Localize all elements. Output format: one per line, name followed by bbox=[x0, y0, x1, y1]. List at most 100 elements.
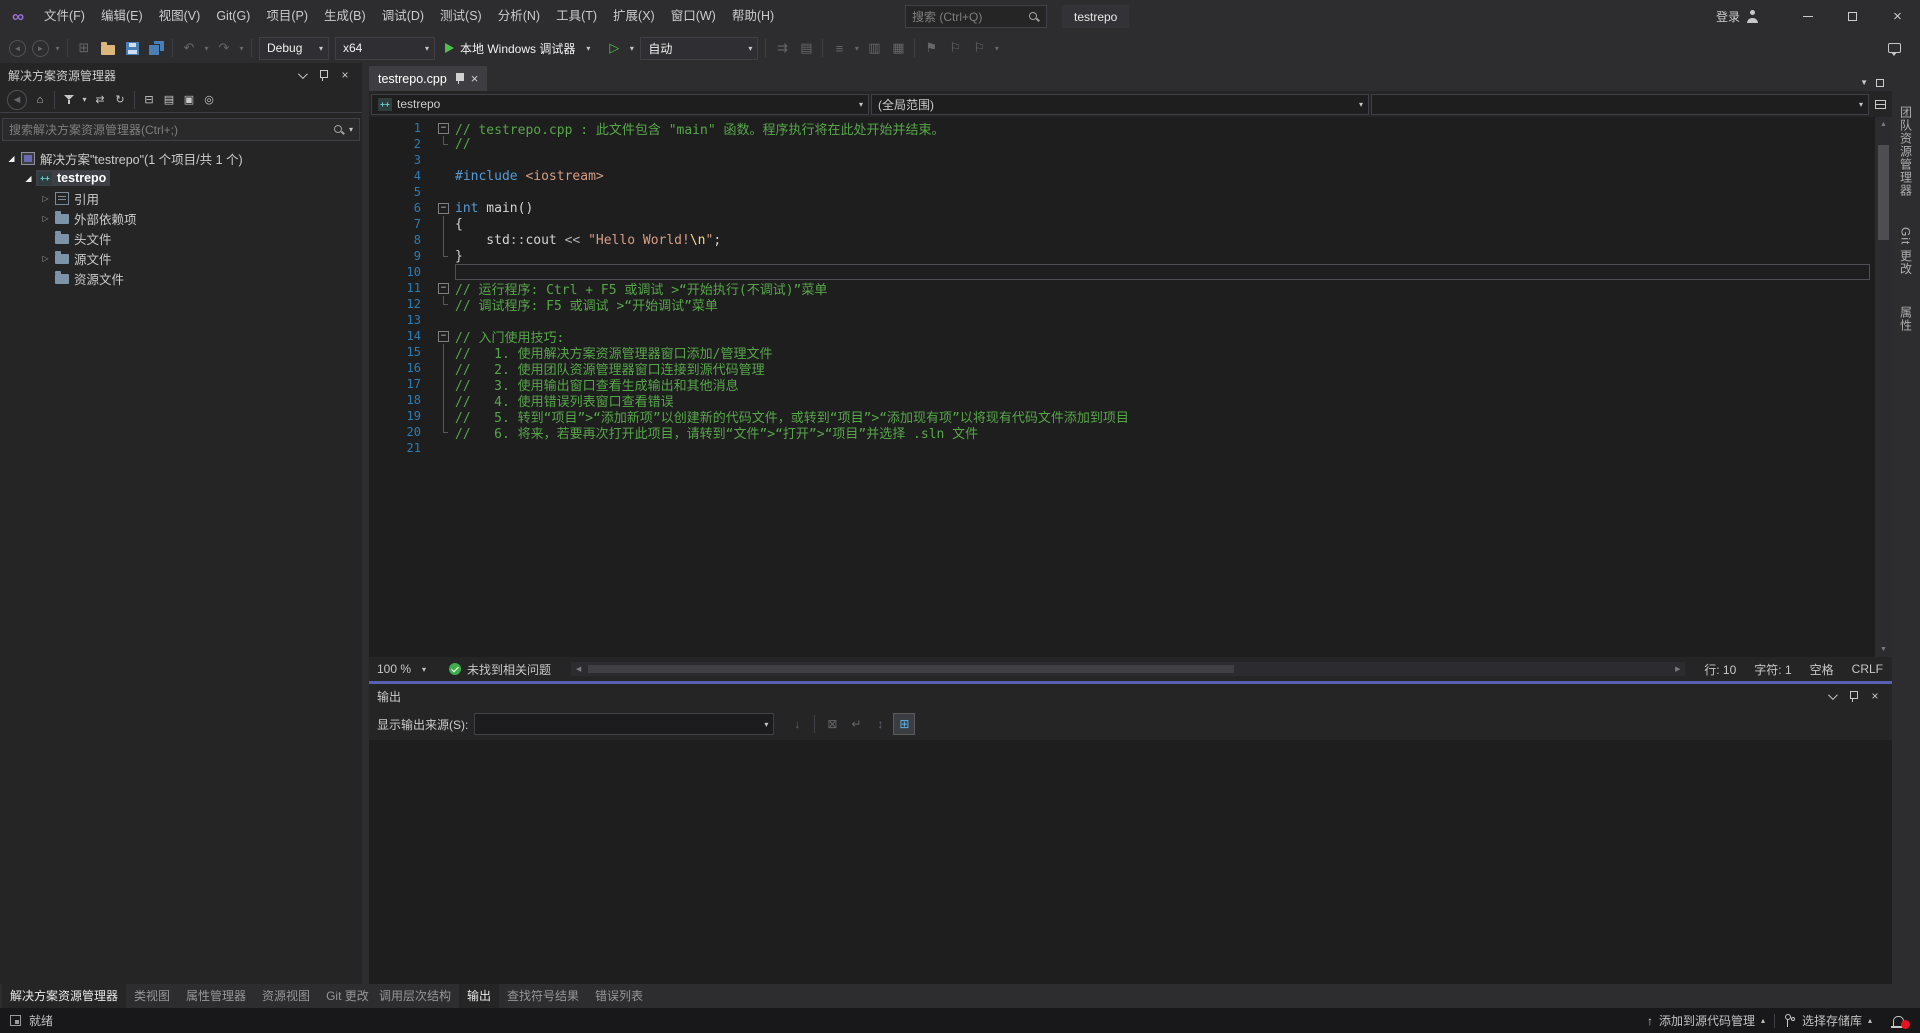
menu-build[interactable]: 生成(B) bbox=[316, 0, 374, 33]
code-line-20[interactable]: 20// 6. 将来，若要再次打开此项目，请转到“文件”>“打开”>“项目”并选… bbox=[369, 424, 1892, 440]
tree-item-external-dependencies[interactable]: ▷外部依赖项 bbox=[0, 208, 362, 228]
tab-call-hierarchy[interactable]: 调用层次结构 bbox=[371, 984, 459, 1008]
save-icon[interactable] bbox=[120, 36, 144, 60]
refresh-icon[interactable]: ↻ bbox=[110, 90, 130, 110]
menu-window[interactable]: 窗口(W) bbox=[663, 0, 724, 33]
switch-views-icon[interactable]: ⌂ bbox=[30, 90, 50, 110]
comment-selection-icon[interactable]: ▥ bbox=[862, 36, 886, 60]
menu-file[interactable]: 文件(F) bbox=[36, 0, 93, 33]
code-line-6[interactable]: 6−int main() bbox=[369, 200, 1892, 216]
scope-dropdown[interactable]: (全局范围) ▾ bbox=[871, 94, 1369, 115]
run-options-dropdown[interactable]: ▾ bbox=[626, 44, 637, 53]
tree-item-source-files[interactable]: ▷源文件 bbox=[0, 248, 362, 268]
code-line-12[interactable]: 12// 调试程序: F5 或调试 >“开始调试”菜单 bbox=[369, 296, 1892, 312]
code-line-9[interactable]: 9} bbox=[369, 248, 1892, 264]
maximize-button[interactable] bbox=[1830, 0, 1875, 33]
code-line-3[interactable]: 3 bbox=[369, 152, 1892, 168]
bookmark-toggle-icon[interactable]: ⚑ bbox=[919, 36, 943, 60]
menu-help[interactable]: 帮助(H) bbox=[724, 0, 782, 33]
filter-icon[interactable] bbox=[59, 90, 79, 110]
tab-find-symbol-results[interactable]: 查找符号结果 bbox=[499, 984, 587, 1008]
vs-logo-icon[interactable]: ∞ bbox=[0, 7, 36, 27]
tab-property-manager[interactable]: 属性管理器 bbox=[178, 984, 254, 1008]
document-health-indicator[interactable]: 未找到相关问题 bbox=[439, 661, 561, 678]
float-window-icon[interactable] bbox=[1876, 79, 1884, 87]
fold-collapse-icon[interactable]: − bbox=[438, 203, 449, 214]
code-line-5[interactable]: 5 bbox=[369, 184, 1892, 200]
window-position-icon[interactable] bbox=[1822, 687, 1840, 705]
editor-vertical-scrollbar[interactable]: ▲ ▼ bbox=[1875, 117, 1892, 657]
tree-expander-icon[interactable]: ◢ bbox=[21, 174, 36, 183]
fold-collapse-icon[interactable]: − bbox=[438, 283, 449, 294]
menu-git[interactable]: Git(G) bbox=[208, 0, 258, 33]
solution-platform-dropdown[interactable]: x64▾ bbox=[335, 37, 435, 60]
debug-target-dropdown[interactable]: 自动▾ bbox=[640, 37, 758, 60]
bookmark-previous-icon[interactable]: ⚐ bbox=[943, 36, 967, 60]
code-line-21[interactable]: 21 bbox=[369, 440, 1892, 456]
editor-horizontal-scrollbar[interactable]: ◀ ▶ bbox=[571, 662, 1685, 676]
tree-item-solution[interactable]: ◢解决方案"testrepo"(1 个项目/共 1 个) bbox=[0, 148, 362, 168]
solution-name-badge[interactable]: testrepo bbox=[1062, 5, 1129, 28]
preview-selected-icon[interactable]: ◎ bbox=[199, 90, 219, 110]
undo-icon[interactable]: ↶ bbox=[177, 36, 201, 60]
word-wrap-icon[interactable]: ↵ bbox=[845, 713, 867, 735]
nav-forward-icon[interactable]: ► bbox=[32, 40, 49, 57]
close-panel-icon[interactable]: × bbox=[1866, 687, 1884, 705]
close-panel-icon[interactable]: × bbox=[336, 66, 354, 84]
code-editor[interactable]: 1−// testrepo.cpp : 此文件包含 "main" 函数。程序执行… bbox=[369, 117, 1892, 657]
spaces-indicator[interactable]: 空格 bbox=[1801, 661, 1843, 678]
scroll-right-icon[interactable]: ▶ bbox=[1670, 665, 1685, 673]
filter-dropdown[interactable]: ▾ bbox=[79, 95, 90, 104]
send-feedback-icon[interactable] bbox=[1882, 36, 1906, 60]
line-operations-icon[interactable]: ≡ bbox=[827, 36, 851, 60]
clear-all-icon[interactable]: ⊠ bbox=[821, 713, 843, 735]
quick-actions-icon[interactable]: ▤ bbox=[794, 36, 818, 60]
tab-list-dropdown-icon[interactable]: ▼ bbox=[1860, 78, 1868, 87]
menu-test[interactable]: 测试(S) bbox=[432, 0, 490, 33]
tab-pin-icon[interactable] bbox=[454, 72, 464, 85]
tab-testrepo-cpp[interactable]: testrepo.cpp × bbox=[369, 66, 487, 91]
line-operations-dropdown[interactable]: ▾ bbox=[851, 44, 862, 53]
code-line-4[interactable]: 4#include <iostream> bbox=[369, 168, 1892, 184]
vtab-git-changes[interactable]: Git 更改 bbox=[1898, 220, 1915, 283]
background-tasks-icon[interactable] bbox=[10, 1015, 21, 1026]
menu-tools[interactable]: 工具(T) bbox=[548, 0, 605, 33]
vtab-properties[interactable]: 属性 bbox=[1898, 299, 1915, 339]
tree-expander-icon[interactable]: ▷ bbox=[38, 254, 53, 263]
window-position-icon[interactable] bbox=[292, 66, 310, 84]
redo-history-dropdown[interactable]: ▾ bbox=[236, 44, 247, 53]
tree-item-project-testrepo[interactable]: ◢testrepo bbox=[0, 168, 362, 188]
filter-messages-icon[interactable]: ⊞ bbox=[893, 713, 915, 735]
tab-class-view[interactable]: 类视图 bbox=[126, 984, 178, 1008]
tree-expander-icon[interactable]: ◢ bbox=[4, 154, 19, 163]
menu-edit[interactable]: 编辑(E) bbox=[93, 0, 151, 33]
menu-analyze[interactable]: 分析(N) bbox=[490, 0, 548, 33]
line-indicator[interactable]: 行: 10 bbox=[1695, 661, 1745, 678]
search-options-caret-icon[interactable]: ▾ bbox=[345, 125, 353, 134]
tab-solution-explorer[interactable]: 解决方案资源管理器 bbox=[2, 984, 126, 1008]
column-indicator[interactable]: 字符: 1 bbox=[1745, 661, 1800, 678]
hscrollbar-thumb[interactable] bbox=[588, 665, 1234, 673]
tree-expander-icon[interactable]: ▷ bbox=[38, 214, 53, 223]
goto-message-icon[interactable]: ↓ bbox=[786, 713, 808, 735]
undo-history-dropdown[interactable]: ▾ bbox=[201, 44, 212, 53]
code-line-13[interactable]: 13 bbox=[369, 312, 1892, 328]
output-content[interactable] bbox=[369, 740, 1892, 984]
nav-history-dropdown[interactable]: ▾ bbox=[52, 44, 63, 53]
pin-icon[interactable] bbox=[314, 66, 332, 84]
solution-configuration-dropdown[interactable]: Debug▾ bbox=[259, 37, 329, 60]
code-line-8[interactable]: 8 std::cout << "Hello World!\n"; bbox=[369, 232, 1892, 248]
menu-view[interactable]: 视图(V) bbox=[151, 0, 209, 33]
solution-explorer-search-input[interactable]: 搜索解决方案资源管理器(Ctrl+;) ▾ bbox=[2, 118, 360, 141]
start-debugging-button[interactable]: 本地 Windows 调试器▾ bbox=[438, 36, 602, 60]
code-line-7[interactable]: 7{ bbox=[369, 216, 1892, 232]
menu-extensions[interactable]: 扩展(X) bbox=[605, 0, 663, 33]
sign-in-button[interactable]: 登录 bbox=[1716, 8, 1759, 25]
attach-to-process-icon[interactable]: ⇉ bbox=[770, 36, 794, 60]
tab-resource-view[interactable]: 资源视图 bbox=[254, 984, 318, 1008]
notifications-button[interactable] bbox=[1881, 1016, 1910, 1026]
redo-icon[interactable]: ↷ bbox=[212, 36, 236, 60]
quick-search-box[interactable]: 搜索 (Ctrl+Q) bbox=[905, 5, 1047, 28]
collapse-all-icon[interactable]: ⊟ bbox=[139, 90, 159, 110]
save-all-icon[interactable] bbox=[144, 36, 168, 60]
